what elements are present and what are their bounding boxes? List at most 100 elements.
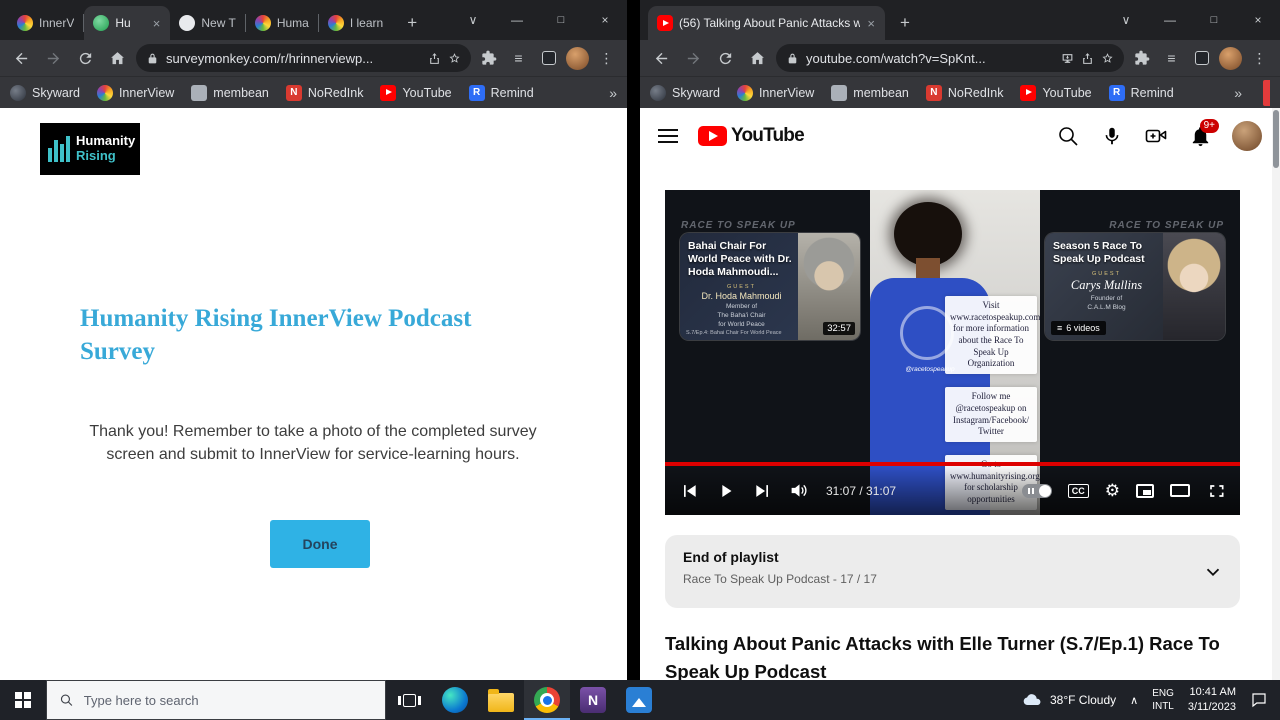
bookmark-skyward[interactable]: Skyward	[10, 85, 80, 101]
tab-search-chevron-icon[interactable]: ∨	[451, 0, 495, 40]
tab-innerview[interactable]: InnerV	[8, 6, 83, 40]
url-text[interactable]: youtube.com/watch?v=SpKnt...	[806, 51, 1054, 66]
back-icon[interactable]	[8, 45, 35, 72]
captions-button[interactable]: CC	[1068, 484, 1089, 498]
bookmark-skyward[interactable]: Skyward	[650, 85, 720, 101]
video-player[interactable]: RACE TO SPEAK UP RACE TO SPEAK UP @racet…	[665, 190, 1240, 515]
weather-widget[interactable]: 38°F Cloudy	[1022, 690, 1116, 710]
volume-icon[interactable]	[789, 480, 810, 501]
maximize-button[interactable]: □	[539, 0, 583, 40]
mic-icon[interactable]	[1100, 124, 1124, 148]
bookmark-noredink[interactable]: NNoRedInk	[286, 85, 364, 101]
bookmark-youtube[interactable]: YouTube	[380, 85, 451, 101]
reading-list-icon[interactable]: ≡	[506, 46, 531, 71]
chevron-down-icon[interactable]	[1202, 561, 1224, 588]
account-avatar[interactable]	[1232, 121, 1262, 151]
extension-square-icon[interactable]	[1189, 46, 1214, 71]
youtube-logo[interactable]: YouTube	[698, 125, 804, 147]
action-center-icon[interactable]	[1250, 691, 1268, 709]
close-button[interactable]: ×	[583, 0, 627, 40]
autoplay-toggle[interactable]	[1022, 484, 1052, 498]
url-text[interactable]: surveymonkey.com/r/hrinnerviewp...	[166, 51, 421, 66]
extensions-puzzle-icon[interactable]	[1129, 46, 1154, 71]
clock[interactable]: 10:41 AM 3/11/2023	[1188, 685, 1236, 715]
profile-avatar[interactable]	[1219, 47, 1242, 70]
bookmark-remind[interactable]: RRemind	[1109, 85, 1174, 101]
tab-close-icon[interactable]: ×	[866, 16, 876, 31]
reading-list-icon[interactable]: ≡	[1159, 46, 1184, 71]
taskbar-search[interactable]	[46, 680, 386, 720]
bookmarks-overflow-icon[interactable]: »	[1234, 85, 1242, 101]
back-icon[interactable]	[648, 45, 675, 72]
tab-survey-active[interactable]: Hu ×	[84, 6, 170, 40]
notifications-bell-icon[interactable]: 9+	[1188, 124, 1212, 148]
scrollbar-thumb[interactable]	[1273, 110, 1279, 168]
settings-gear-icon[interactable]: ⚙	[1105, 481, 1120, 501]
page-scrollbar[interactable]	[1272, 108, 1280, 680]
reload-icon[interactable]	[72, 45, 99, 72]
share-icon[interactable]	[1081, 52, 1094, 65]
address-bar[interactable]: surveymonkey.com/r/hrinnerviewp...	[136, 44, 471, 72]
forward-icon[interactable]	[40, 45, 67, 72]
theater-mode-icon[interactable]	[1170, 484, 1190, 497]
extension-square-icon[interactable]	[536, 46, 561, 71]
forward-icon[interactable]	[680, 45, 707, 72]
done-button[interactable]: Done	[270, 520, 370, 568]
bookmark-membean[interactable]: membean	[831, 85, 909, 101]
bookmark-innerview[interactable]: InnerView	[97, 85, 174, 101]
task-view-button[interactable]	[386, 680, 432, 720]
hamburger-menu-icon[interactable]	[658, 129, 678, 143]
bookmark-star-icon[interactable]	[448, 52, 461, 65]
taskbar-search-input[interactable]	[84, 693, 373, 708]
bookmark-innerview[interactable]: InnerView	[737, 85, 814, 101]
remind-icon: R	[469, 85, 485, 101]
menu-kebab-icon[interactable]: ⋮	[1247, 46, 1272, 71]
endscreen-card-video[interactable]: Bahai Chair For World Peace with Dr. Hod…	[680, 233, 860, 340]
install-icon[interactable]	[1061, 52, 1074, 65]
tab-ilearn[interactable]: I learn	[319, 6, 392, 40]
bookmark-remind[interactable]: RRemind	[469, 85, 534, 101]
onenote-taskbar-icon[interactable]: N	[570, 680, 616, 720]
chrome-taskbar-icon[interactable]	[524, 680, 570, 720]
maximize-button[interactable]: □	[1192, 0, 1236, 40]
bookmark-youtube[interactable]: YouTube	[1020, 85, 1091, 101]
miniplayer-icon[interactable]	[1136, 484, 1154, 498]
tab-search-chevron-icon[interactable]: ∨	[1104, 0, 1148, 40]
minimize-button[interactable]: —	[495, 0, 539, 40]
previous-icon[interactable]	[679, 481, 699, 501]
tray-expand-icon[interactable]: ∧	[1130, 694, 1138, 707]
tab-humanity[interactable]: Huma	[246, 6, 318, 40]
profile-avatar[interactable]	[566, 47, 589, 70]
bookmarks-overflow-icon[interactable]: »	[609, 85, 617, 101]
bookmark-noredink[interactable]: NNoRedInk	[926, 85, 1004, 101]
tab-youtube-active[interactable]: (56) Talking About Panic Attacks w ×	[648, 6, 885, 40]
minimize-button[interactable]: —	[1148, 0, 1192, 40]
file-explorer-taskbar-icon[interactable]	[478, 680, 524, 720]
edge-taskbar-icon[interactable]	[432, 680, 478, 720]
tab-newtab[interactable]: New T	[170, 6, 244, 40]
home-icon[interactable]	[104, 45, 131, 72]
close-button[interactable]: ×	[1236, 0, 1280, 40]
new-tab-button[interactable]: +	[891, 9, 919, 37]
create-video-icon[interactable]	[1144, 124, 1168, 148]
play-icon[interactable]	[715, 480, 737, 502]
playlist-end-panel[interactable]: End of playlist Race To Speak Up Podcast…	[665, 535, 1240, 608]
endscreen-card-playlist[interactable]: Season 5 Race To Speak Up Podcast GUEST …	[1045, 233, 1225, 340]
menu-kebab-icon[interactable]: ⋮	[594, 46, 619, 71]
extensions-puzzle-icon[interactable]	[476, 46, 501, 71]
fullscreen-icon[interactable]	[1206, 481, 1226, 501]
home-icon[interactable]	[744, 45, 771, 72]
tab-close-icon[interactable]: ×	[152, 16, 162, 31]
bookmark-star-icon[interactable]	[1101, 52, 1114, 65]
tab-label: InnerV	[39, 16, 74, 30]
new-tab-button[interactable]: +	[398, 9, 426, 37]
reload-icon[interactable]	[712, 45, 739, 72]
start-button[interactable]	[0, 680, 46, 720]
language-indicator[interactable]: ENG INTL	[1152, 687, 1174, 713]
bookmark-membean[interactable]: membean	[191, 85, 269, 101]
share-icon[interactable]	[428, 52, 441, 65]
next-icon[interactable]	[753, 481, 773, 501]
address-bar[interactable]: youtube.com/watch?v=SpKnt...	[776, 44, 1124, 72]
search-icon[interactable]	[1056, 124, 1080, 148]
blue-app-taskbar-icon[interactable]	[616, 680, 662, 720]
